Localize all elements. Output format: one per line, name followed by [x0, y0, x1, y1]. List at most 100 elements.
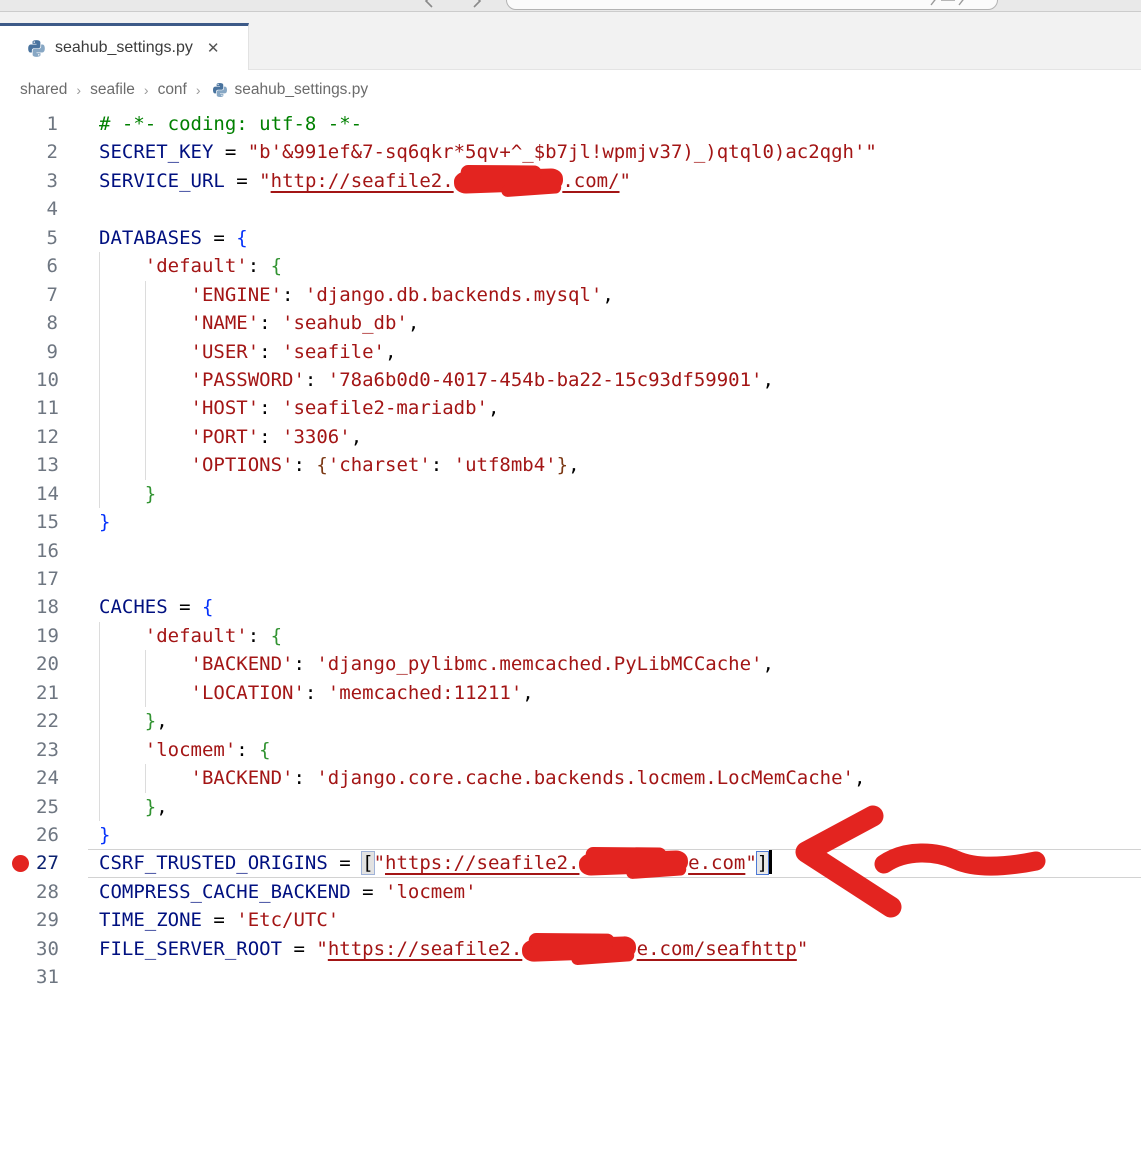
- code-token: ": [374, 852, 385, 874]
- breakpoint-gutter[interactable]: [0, 480, 36, 508]
- breakpoint-gutter[interactable]: [0, 167, 36, 195]
- code-line: 5 DATABASES = {: [0, 224, 1141, 252]
- code-token: :: [293, 454, 316, 476]
- breakpoint-gutter[interactable]: [0, 593, 36, 621]
- back-icon[interactable]: [422, 0, 438, 9]
- line-number[interactable]: 7: [36, 281, 58, 309]
- code-line: 2 SECRET_KEY = "b'&991ef&7-sq6qkr*5qv+^_$…: [0, 138, 1141, 166]
- breakpoint-dot[interactable]: [12, 855, 29, 872]
- code-token: 'OPTIONS': [99, 454, 293, 476]
- breakpoint-gutter[interactable]: [0, 707, 36, 735]
- breakpoint-gutter[interactable]: [0, 224, 36, 252]
- layout-icon[interactable]: [929, 0, 969, 11]
- line-number[interactable]: 28: [36, 878, 58, 906]
- breakpoint-gutter[interactable]: [0, 878, 36, 906]
- breakpoint-gutter[interactable]: [0, 110, 36, 138]
- code-content: SECRET_KEY = "b'&991ef&7-sq6qkr*5qv+^_$b…: [99, 138, 877, 166]
- tab-seahub-settings[interactable]: seahub_settings.py ✕: [0, 23, 249, 70]
- breakpoint-gutter[interactable]: [0, 679, 36, 707]
- breakpoint-gutter[interactable]: [0, 138, 36, 166]
- breakpoint-gutter[interactable]: [0, 793, 36, 821]
- breakpoint-gutter[interactable]: [0, 565, 36, 593]
- line-number[interactable]: 23: [36, 736, 58, 764]
- breakpoint-gutter[interactable]: [0, 195, 36, 223]
- line-number[interactable]: 19: [36, 622, 58, 650]
- breakpoint-gutter[interactable]: [0, 622, 36, 650]
- line-number[interactable]: 5: [36, 224, 58, 252]
- breadcrumb-item-conf[interactable]: conf: [158, 81, 187, 99]
- line-number[interactable]: 26: [36, 821, 58, 849]
- command-center-search-box[interactable]: [506, 0, 998, 10]
- line-number[interactable]: 14: [36, 480, 58, 508]
- line-number[interactable]: 9: [36, 338, 58, 366]
- line-number[interactable]: 12: [36, 423, 58, 451]
- code-token: SERVICE_URL: [99, 170, 225, 192]
- breakpoint-gutter[interactable]: [0, 394, 36, 422]
- code-token: .com/: [562, 170, 619, 192]
- breakpoint-gutter[interactable]: [0, 736, 36, 764]
- line-number[interactable]: 8: [36, 309, 58, 337]
- breadcrumb-item-shared[interactable]: shared: [20, 81, 67, 99]
- code-token: [99, 483, 145, 505]
- breadcrumb-item-file[interactable]: seahub_settings.py: [235, 81, 369, 99]
- breakpoint-gutter[interactable]: [0, 252, 36, 280]
- line-number[interactable]: 21: [36, 679, 58, 707]
- line-number[interactable]: 20: [36, 650, 58, 678]
- code-token: ,: [762, 369, 773, 391]
- line-number[interactable]: 17: [36, 565, 58, 593]
- line-number[interactable]: 4: [36, 195, 58, 223]
- line-number[interactable]: 15: [36, 508, 58, 536]
- breakpoint-gutter[interactable]: [0, 366, 36, 394]
- breakpoint-gutter[interactable]: [0, 423, 36, 451]
- code-line: 18CACHES = {: [0, 593, 1141, 621]
- code-content: 'PASSWORD': '78a6b0d0-4017-454b-ba22-15c…: [99, 366, 774, 394]
- breakpoint-gutter[interactable]: [0, 281, 36, 309]
- breakpoint-gutter[interactable]: [0, 906, 36, 934]
- code-content: 'HOST': 'seafile2-mariadb',: [99, 394, 499, 422]
- line-number[interactable]: 1: [36, 110, 58, 138]
- breadcrumb-item-seafile[interactable]: seafile: [90, 81, 135, 99]
- line-number[interactable]: 16: [36, 537, 58, 565]
- line-number[interactable]: 29: [36, 906, 58, 934]
- code-token: ]: [757, 852, 768, 874]
- breakpoint-gutter[interactable]: [0, 963, 36, 991]
- line-number[interactable]: 24: [36, 764, 58, 792]
- line-number[interactable]: 10: [36, 366, 58, 394]
- code-token: TIME_ZONE: [99, 909, 202, 931]
- line-number[interactable]: 13: [36, 451, 58, 479]
- code-content: 'PORT': '3306',: [99, 423, 362, 451]
- breakpoint-gutter[interactable]: [0, 821, 36, 849]
- breakpoint-gutter[interactable]: [0, 935, 36, 963]
- breakpoint-gutter[interactable]: [0, 451, 36, 479]
- line-number[interactable]: 6: [36, 252, 58, 280]
- code-content: 'locmem': {: [99, 736, 271, 764]
- breakpoint-gutter[interactable]: [0, 650, 36, 678]
- tab-close-icon[interactable]: ✕: [207, 41, 220, 56]
- code-content: },: [99, 707, 168, 735]
- forward-icon[interactable]: [468, 0, 484, 9]
- code-token: [99, 710, 145, 732]
- code-line: 16: [0, 537, 1141, 565]
- code-token: :: [259, 426, 282, 448]
- code-editor[interactable]: 1# -*- coding: utf-8 -*-2SECRET_KEY = "b…: [0, 110, 1141, 992]
- line-number[interactable]: 31: [36, 963, 58, 991]
- breakpoint-gutter[interactable]: [0, 537, 36, 565]
- breakpoint-gutter[interactable]: [0, 309, 36, 337]
- line-number[interactable]: 3: [36, 167, 58, 195]
- breakpoint-gutter[interactable]: [0, 508, 36, 536]
- breakpoint-gutter[interactable]: [0, 849, 36, 877]
- breakpoint-gutter[interactable]: [0, 338, 36, 366]
- code-token: CSRF_TRUSTED_ORIGINS: [99, 852, 328, 874]
- code-content: TIME_ZONE = 'Etc/UTC': [99, 906, 339, 934]
- line-number[interactable]: 2: [36, 138, 58, 166]
- line-number[interactable]: 18: [36, 593, 58, 621]
- line-number[interactable]: 11: [36, 394, 58, 422]
- breakpoint-gutter[interactable]: [0, 764, 36, 792]
- line-number[interactable]: 30: [36, 935, 58, 963]
- code-token: ,: [762, 653, 773, 675]
- code-token: ,: [854, 767, 865, 789]
- line-number[interactable]: 27: [36, 849, 58, 877]
- code-content: DATABASES = {: [99, 224, 248, 252]
- line-number[interactable]: 22: [36, 707, 58, 735]
- line-number[interactable]: 25: [36, 793, 58, 821]
